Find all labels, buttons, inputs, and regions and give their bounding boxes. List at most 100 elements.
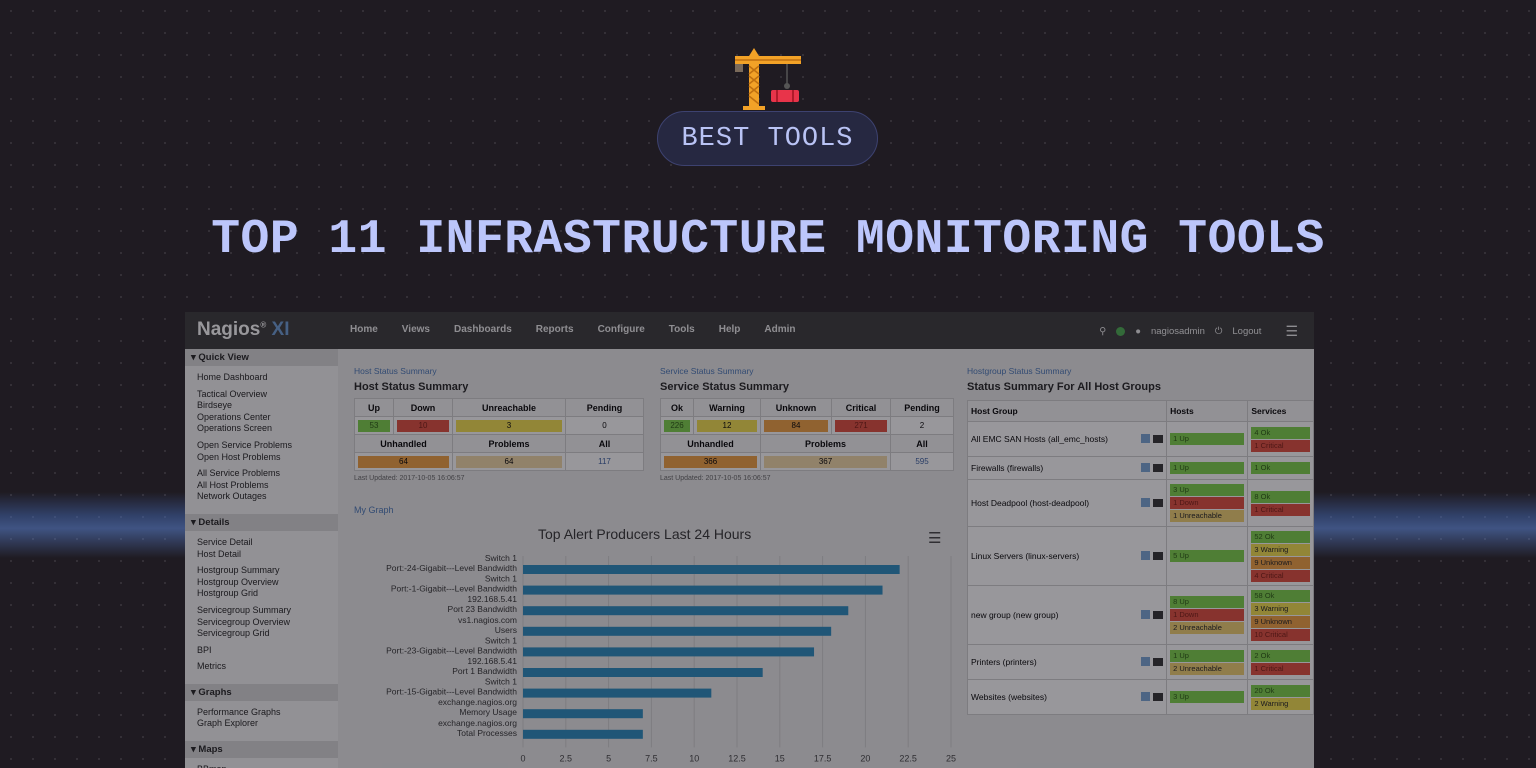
services-status-chip[interactable]: 58 Ok [1251, 589, 1310, 602]
status-map-icon[interactable] [1141, 609, 1151, 619]
chart-bar[interactable] [523, 688, 712, 698]
services-status-chip[interactable]: 4 Ok [1251, 426, 1310, 439]
console-icon[interactable] [1153, 692, 1164, 701]
chart-bar[interactable] [523, 668, 763, 677]
host-pending-cell[interactable]: 0 [565, 416, 644, 435]
sidebar-item-hostgroup-overview[interactable]: Hostgroup Overview [185, 577, 338, 589]
sidebar-item-all-host-problems[interactable]: All Host Problems [185, 480, 338, 492]
sidebar-item-service-detail[interactable]: Service Detail [185, 537, 338, 549]
services-status-chip[interactable]: 9 Unknown [1251, 615, 1310, 628]
console-icon[interactable] [1153, 434, 1164, 443]
sidebar-section-graphs[interactable]: ▾ Graphs [185, 683, 338, 701]
hosts-status-chip[interactable]: 1 Down [1170, 497, 1245, 509]
status-map-icon[interactable] [1141, 691, 1151, 701]
search-icon[interactable]: ⚲ [1099, 326, 1106, 337]
nav-item-dashboards[interactable]: Dashboards [454, 324, 512, 335]
sidebar-item-servicegroup-summary[interactable]: Servicegroup Summary [185, 605, 338, 617]
console-icon[interactable] [1153, 463, 1164, 472]
hosts-status-chip[interactable]: 1 Down [1170, 609, 1245, 621]
nav-item-reports[interactable]: Reports [536, 324, 574, 335]
sidebar-section-maps[interactable]: ▾ Maps [185, 741, 338, 759]
services-status-chip[interactable]: 2 Ok [1251, 649, 1310, 662]
nav-item-admin[interactable]: Admin [764, 324, 795, 335]
service-problems-cell[interactable]: 367 [760, 452, 891, 471]
console-icon[interactable] [1153, 498, 1164, 507]
sidebar-item-tactical-overview[interactable]: Tactical Overview [185, 389, 338, 401]
sidebar-item-all-service-problems[interactable]: All Service Problems [185, 468, 338, 480]
hosts-status-chip[interactable]: 8 Up [1170, 596, 1245, 608]
hostgroup-name[interactable]: Linux Servers (linux-servers) [971, 551, 1079, 561]
nav-item-tools[interactable]: Tools [669, 324, 695, 335]
host-problems-cell[interactable]: 64 [452, 452, 566, 471]
sidebar-item-network-outages[interactable]: Network Outages [185, 491, 338, 503]
sidebar-item-operations-screen[interactable]: Operations Screen [185, 423, 338, 435]
services-status-chip[interactable]: 2 Warning [1251, 697, 1310, 710]
services-status-chip[interactable]: 8 Ok [1251, 490, 1310, 503]
sidebar-section-quick-view[interactable]: ▾ Quick View [185, 349, 338, 366]
services-status-chip[interactable]: 1 Ok [1251, 462, 1310, 474]
sidebar-item-hostgroup-grid[interactable]: Hostgroup Grid [185, 588, 338, 600]
sidebar-item-servicegroup-overview[interactable]: Servicegroup Overview [185, 617, 338, 629]
sidebar-item-birdseye[interactable]: Birdseye [185, 400, 338, 412]
host-up-cell[interactable]: 53 [354, 416, 394, 435]
hostgroup-name[interactable]: new group (new group) [971, 610, 1058, 620]
hostgroup-status-summary-link[interactable]: Hostgroup Status Summary [967, 366, 1161, 376]
chart-bar[interactable] [523, 585, 883, 595]
chart-bar[interactable] [523, 626, 832, 636]
status-map-icon[interactable] [1141, 656, 1151, 666]
sidebar-item-operations-center[interactable]: Operations Center [185, 412, 338, 424]
hosts-status-chip[interactable]: 2 Unreachable [1170, 622, 1245, 634]
logout-link[interactable]: Logout [1232, 326, 1261, 337]
services-status-chip[interactable]: 9 Unknown [1251, 556, 1310, 569]
nav-item-views[interactable]: Views [402, 324, 430, 335]
hosts-status-chip[interactable]: 3 Up [1170, 691, 1245, 703]
nav-item-home[interactable]: Home [350, 324, 378, 335]
hosts-status-chip[interactable]: 2 Unreachable [1170, 662, 1245, 675]
services-status-chip[interactable]: 1 Critical [1251, 503, 1310, 516]
status-map-icon[interactable] [1141, 550, 1151, 560]
sidebar-item-host-detail[interactable]: Host Detail [185, 549, 338, 561]
service-status-summary-link[interactable]: Service Status Summary [660, 366, 954, 376]
sidebar-item-open-host-problems[interactable]: Open Host Problems [185, 452, 338, 464]
sidebar-section-details[interactable]: ▾ Details [185, 513, 338, 531]
host-unreachable-cell[interactable]: 3 [452, 416, 566, 435]
hosts-status-chip[interactable]: 1 Up [1170, 462, 1245, 474]
services-status-chip[interactable]: 3 Warning [1251, 602, 1310, 615]
hosts-status-chip[interactable]: 5 Up [1170, 550, 1245, 562]
sidebar-item-performance-graphs[interactable]: Performance Graphs [185, 707, 338, 719]
sidebar-item-bbmap[interactable]: BBmap [185, 764, 338, 768]
services-status-chip[interactable]: 3 Warning [1251, 543, 1310, 556]
service-all-cell[interactable]: 595 [890, 452, 954, 471]
hosts-status-chip[interactable]: 3 Up [1170, 484, 1245, 496]
hosts-status-chip[interactable]: 1 Up [1170, 433, 1245, 445]
services-status-chip[interactable]: 4 Critical [1251, 569, 1310, 582]
hostgroup-name[interactable]: All EMC SAN Hosts (all_emc_hosts) [971, 434, 1108, 444]
chart-menu-icon[interactable]: ☰ [928, 529, 941, 547]
status-ok-icon[interactable] [1116, 327, 1126, 336]
hostgroup-name[interactable]: Websites (websites) [971, 692, 1047, 702]
chart-bar[interactable] [523, 606, 849, 616]
host-unhandled-cell[interactable]: 64 [354, 452, 453, 471]
user-link[interactable]: nagiosadmin [1151, 326, 1205, 337]
host-status-summary-link[interactable]: Host Status Summary [354, 366, 644, 376]
sidebar-item-metrics[interactable]: Metrics [185, 661, 338, 673]
service-unknown-cell[interactable]: 84 [760, 416, 832, 435]
my-graph-link[interactable]: My Graph [354, 505, 394, 515]
sidebar-item-graph-explorer[interactable]: Graph Explorer [185, 718, 338, 730]
console-icon[interactable] [1153, 657, 1164, 666]
services-status-chip[interactable]: 1 Critical [1251, 662, 1310, 675]
sidebar-item-home-dashboard[interactable]: Home Dashboard [185, 372, 338, 384]
hamburger-menu-icon[interactable]: ☰ [1285, 323, 1298, 340]
status-map-icon[interactable] [1141, 433, 1151, 443]
host-down-cell[interactable]: 10 [393, 416, 453, 435]
nav-item-help[interactable]: Help [719, 324, 741, 335]
chart-bar[interactable] [523, 647, 815, 657]
sidebar-item-servicegroup-grid[interactable]: Servicegroup Grid [185, 628, 338, 640]
services-status-chip[interactable]: 10 Critical [1251, 628, 1310, 641]
hostgroup-name[interactable]: Printers (printers) [971, 657, 1037, 667]
hosts-status-chip[interactable]: 1 Up [1170, 649, 1245, 662]
hostgroup-name[interactable]: Host Deadpool (host-deadpool) [971, 498, 1089, 508]
services-status-chip[interactable]: 20 Ok [1251, 684, 1310, 697]
service-warning-cell[interactable]: 12 [693, 416, 761, 435]
status-map-icon[interactable] [1141, 497, 1151, 507]
